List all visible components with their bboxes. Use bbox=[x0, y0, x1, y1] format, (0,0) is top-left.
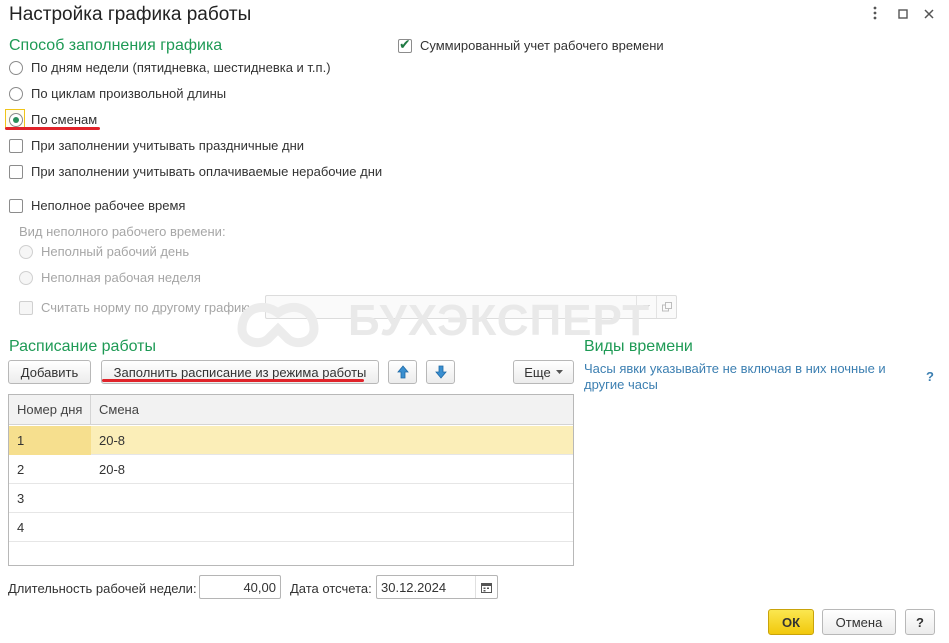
radio-circle-selected[interactable] bbox=[9, 112, 23, 127]
checkbox-box[interactable] bbox=[9, 198, 23, 213]
cell-day[interactable]: 1 bbox=[9, 426, 91, 455]
ref-date-label: Дата отсчета: bbox=[290, 581, 372, 596]
time-types-hint-line2: другие часы bbox=[584, 377, 658, 392]
norm-other-schedule-checkbox[interactable]: Считать норму по другому графику: bbox=[19, 300, 257, 315]
time-types-title: Виды времени bbox=[584, 338, 693, 355]
calendar-icon[interactable] bbox=[475, 576, 497, 598]
ref-date-input[interactable]: 30.12.2024 bbox=[376, 575, 498, 599]
schedule-title: Расписание работы bbox=[9, 338, 156, 355]
table-row[interactable]: 3 bbox=[9, 484, 573, 513]
open-form-icon[interactable] bbox=[656, 296, 676, 318]
check-icon: ✔ bbox=[399, 35, 411, 52]
radio-by-weekdays[interactable]: По дням недели (пятидневка, шестидневка … bbox=[9, 60, 331, 75]
norm-other-schedule-label: Считать норму по другому графику: bbox=[41, 300, 258, 315]
radio-by-shifts[interactable]: По сменам bbox=[9, 112, 97, 127]
checkbox-box[interactable] bbox=[19, 300, 33, 315]
table-row[interactable]: 2 20-8 bbox=[9, 455, 573, 484]
cell-shift[interactable]: 20-8 bbox=[91, 426, 125, 455]
radio-circle[interactable] bbox=[9, 86, 23, 101]
part-time-checkbox[interactable]: Неполное рабочее время bbox=[9, 198, 185, 213]
time-types-hint-line1: Часы явки указывайте не включая в них но… bbox=[584, 361, 886, 376]
part-time-type-label: Вид неполного рабочего времени: bbox=[19, 224, 226, 239]
radio-by-cycles[interactable]: По циклам произвольной длины bbox=[9, 86, 226, 101]
radio-part-week-label: Неполная рабочая неделя bbox=[41, 270, 201, 285]
help-button[interactable]: ? bbox=[905, 609, 935, 635]
week-length-label: Длительность рабочей недели: bbox=[8, 581, 197, 596]
radio-part-day[interactable]: Неполный рабочий день bbox=[19, 244, 189, 259]
ok-button[interactable]: ОК bbox=[768, 609, 814, 635]
window-title: Настройка графика работы bbox=[9, 4, 252, 25]
column-header-day[interactable]: Номер дня bbox=[9, 395, 91, 425]
cell-shift[interactable]: 20-8 bbox=[91, 455, 125, 484]
summarized-accounting-checkbox[interactable]: ✔ Суммированный учет рабочего времени bbox=[398, 35, 664, 53]
holidays-checkbox[interactable]: При заполнении учитывать праздничные дни bbox=[9, 138, 304, 153]
schedule-table[interactable]: Номер дня Смена 1 20-8 2 20-8 3 4 bbox=[8, 394, 574, 566]
arrow-up-icon bbox=[396, 365, 409, 379]
radio-circle[interactable] bbox=[9, 60, 23, 75]
radio-circle[interactable] bbox=[19, 270, 33, 285]
move-up-button[interactable] bbox=[388, 360, 417, 384]
week-length-value: 40,00 bbox=[243, 579, 276, 595]
radio-by-shifts-label: По сменам bbox=[31, 112, 98, 127]
cell-day[interactable]: 2 bbox=[9, 455, 91, 484]
summarized-accounting-label: Суммированный учет рабочего времени bbox=[420, 38, 664, 53]
fill-method-title: Способ заполнения графика bbox=[9, 37, 223, 54]
highlight-underline bbox=[102, 379, 364, 382]
part-time-label: Неполное рабочее время bbox=[31, 198, 186, 213]
column-header-shift[interactable]: Смена bbox=[91, 395, 139, 425]
week-length-input[interactable]: 40,00 bbox=[199, 575, 281, 599]
more-button-label: Еще bbox=[524, 364, 551, 380]
radio-part-day-label: Неполный рабочий день bbox=[41, 244, 190, 259]
add-button[interactable]: Добавить bbox=[8, 360, 91, 384]
cell-day[interactable]: 4 bbox=[9, 513, 91, 542]
more-vertical-icon[interactable] bbox=[866, 6, 884, 24]
holidays-label: При заполнении учитывать праздничные дни bbox=[31, 138, 305, 153]
table-header: Номер дня Смена bbox=[9, 395, 573, 425]
close-icon[interactable] bbox=[920, 6, 938, 24]
highlight-underline bbox=[5, 127, 100, 130]
paid-days-checkbox[interactable]: При заполнении учитывать оплачиваемые не… bbox=[9, 164, 382, 179]
cell-shift[interactable] bbox=[91, 513, 99, 542]
time-types-help-icon[interactable]: ? bbox=[926, 369, 934, 385]
checkbox-box[interactable] bbox=[9, 164, 23, 179]
table-row[interactable]: 4 bbox=[9, 513, 573, 542]
arrow-down-icon bbox=[434, 365, 447, 379]
move-down-button[interactable] bbox=[426, 360, 455, 384]
checkbox-box[interactable] bbox=[9, 138, 23, 153]
table-row[interactable]: 1 20-8 bbox=[9, 426, 573, 455]
radio-by-weekdays-label: По дням недели (пятидневка, шестидневка … bbox=[31, 60, 331, 75]
radio-by-cycles-label: По циклам произвольной длины bbox=[31, 86, 227, 101]
radio-part-week[interactable]: Неполная рабочая неделя bbox=[19, 270, 201, 285]
other-schedule-field[interactable] bbox=[265, 295, 677, 319]
ref-date-value: 30.12.2024 bbox=[381, 579, 447, 595]
dropdown-arrow-icon[interactable] bbox=[636, 296, 656, 318]
checkbox-box[interactable]: ✔ bbox=[398, 35, 412, 53]
cell-day[interactable]: 3 bbox=[9, 484, 91, 513]
cancel-button[interactable]: Отмена bbox=[822, 609, 896, 635]
more-button[interactable]: Еще bbox=[513, 360, 574, 384]
radio-circle[interactable] bbox=[19, 244, 33, 259]
cell-shift[interactable] bbox=[91, 484, 99, 513]
chevron-down-icon bbox=[555, 369, 563, 374]
maximize-icon[interactable] bbox=[894, 6, 912, 24]
paid-days-label: При заполнении учитывать оплачиваемые не… bbox=[31, 164, 383, 179]
